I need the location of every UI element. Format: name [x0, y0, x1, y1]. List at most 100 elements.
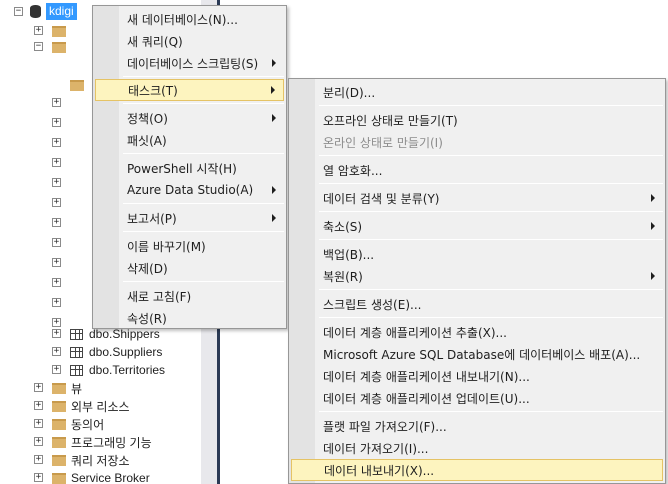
folder-icon — [52, 472, 66, 484]
tree-node-hidden[interactable] — [70, 76, 89, 94]
menu-item-export-data[interactable]: 데이터 내보내기(X)... — [291, 459, 663, 481]
menu-item-extract-dac[interactable]: 데이터 계층 애플리케이션 추출(X)... — [291, 321, 663, 343]
menu-item-label: 스크립트 생성(E)... — [323, 297, 422, 312]
folder-label: 프로그래밍 기능 — [71, 435, 152, 450]
menu-item-import-flat-file[interactable]: 플랫 파일 가져오기(F)... — [291, 415, 663, 437]
submenu-arrow-icon — [651, 272, 655, 280]
submenu-arrow-icon — [272, 59, 276, 67]
menu-item-azure-data-studio[interactable]: Azure Data Studio(A) — [95, 179, 284, 201]
menu-item-label: 데이터 계층 애플리케이션 업데이트(U)... — [323, 391, 530, 406]
expand-icon[interactable]: + — [34, 26, 43, 35]
folder-node[interactable]: Service Broker — [52, 469, 150, 484]
menu-item-label: 데이터 계층 애플리케이션 추출(X)... — [323, 325, 507, 340]
menu-item-label: 데이터베이스 스크립팅(S) — [127, 56, 259, 71]
expand-icon[interactable]: + — [52, 98, 61, 107]
expand-icon[interactable]: + — [52, 278, 61, 287]
expand-icon[interactable]: + — [34, 455, 43, 464]
menu-item-new-database[interactable]: 새 데이터베이스(N)... — [95, 8, 284, 30]
folder-icon — [52, 382, 66, 394]
submenu-arrow-icon — [272, 114, 276, 122]
menu-item-label: 데이터 검색 및 분류(Y) — [323, 191, 440, 206]
menu-item-import-data[interactable]: 데이터 가져오기(I)... — [291, 437, 663, 459]
menu-item-label: PowerShell 시작(H) — [127, 161, 237, 176]
menu-item-label: 데이터 내보내기(X)... — [324, 463, 435, 478]
menu-item-script-database[interactable]: 데이터베이스 스크립팅(S) — [95, 52, 284, 74]
menu-item-tasks[interactable]: 태스크(T) — [95, 79, 284, 101]
menu-item-upgrade-dac[interactable]: 데이터 계층 애플리케이션 업데이트(U)... — [291, 387, 663, 409]
expand-icon[interactable]: + — [52, 298, 61, 307]
table-node[interactable]: dbo.Territories — [70, 361, 165, 379]
expand-icon[interactable]: + — [52, 329, 61, 338]
menu-item-refresh[interactable]: 새로 고침(F) — [95, 285, 284, 307]
menu-item-label: 새로 고침(F) — [127, 289, 192, 304]
menu-item-backup[interactable]: 백업(B)... — [291, 243, 663, 265]
folder-label: 뷰 — [71, 381, 83, 396]
menu-separator — [123, 76, 284, 77]
folder-icon — [52, 25, 66, 37]
database-icon — [30, 4, 41, 18]
expand-icon[interactable]: + — [52, 218, 61, 227]
expand-icon[interactable]: + — [34, 383, 43, 392]
menu-item-label: 삭제(D) — [127, 261, 168, 276]
menu-item-generate-scripts[interactable]: 스크립트 생성(E)... — [291, 293, 663, 315]
expand-icon[interactable]: + — [52, 118, 61, 127]
folder-node[interactable]: 외부 리소스 — [52, 397, 130, 415]
menu-item-deploy-azure-sql[interactable]: Microsoft Azure SQL Database에 데이터베이스 배포(… — [291, 343, 663, 365]
menu-item-facets[interactable]: 패싯(A) — [95, 129, 284, 151]
submenu-arrow-icon — [651, 222, 655, 230]
menu-item-export-dac[interactable]: 데이터 계층 애플리케이션 내보내기(N)... — [291, 365, 663, 387]
menu-separator — [319, 239, 663, 240]
database-label[interactable]: kdigi — [46, 2, 77, 20]
menu-item-take-offline[interactable]: 오프라인 상태로 만들기(T) — [291, 109, 663, 131]
folder-node[interactable]: 뷰 — [52, 379, 82, 397]
menu-item-policies[interactable]: 정책(O) — [95, 107, 284, 129]
menu-item-label: 분리(D)... — [323, 85, 376, 100]
expand-icon[interactable]: + — [34, 401, 43, 410]
tasks-submenu: 분리(D)... 오프라인 상태로 만들기(T) 온라인 상태로 만들기(I) … — [288, 78, 666, 484]
menu-separator — [123, 153, 284, 154]
table-label: dbo.Territories — [89, 363, 166, 377]
menu-item-start-powershell[interactable]: PowerShell 시작(H) — [95, 157, 284, 179]
table-node[interactable]: dbo.Suppliers — [70, 343, 162, 361]
database-node[interactable]: kdigi — [30, 2, 77, 20]
expand-icon[interactable]: + — [52, 258, 61, 267]
menu-item-properties[interactable]: 속성(R) — [95, 307, 284, 329]
menu-item-restore[interactable]: 복원(R) — [291, 265, 663, 287]
menu-item-label: Azure Data Studio(A) — [127, 183, 254, 197]
expand-icon[interactable]: + — [52, 138, 61, 147]
expand-icon[interactable]: + — [52, 347, 61, 356]
expand-icon[interactable]: + — [34, 437, 43, 446]
expand-icon[interactable]: + — [52, 365, 61, 374]
expand-icon[interactable]: + — [52, 158, 61, 167]
collapse-icon[interactable]: − — [14, 7, 23, 16]
folder-icon — [52, 400, 66, 412]
submenu-arrow-icon — [271, 86, 275, 94]
menu-item-new-query[interactable]: 새 쿼리(Q) — [95, 30, 284, 52]
expand-icon[interactable]: + — [52, 178, 61, 187]
folder-label: Service Broker — [71, 471, 150, 484]
menu-item-delete[interactable]: 삭제(D) — [95, 257, 284, 279]
menu-separator — [123, 203, 284, 204]
expand-icon[interactable]: + — [34, 473, 43, 482]
menu-item-reports[interactable]: 보고서(P) — [95, 207, 284, 229]
expand-icon[interactable]: + — [52, 238, 61, 247]
tree-node-hidden[interactable] — [52, 38, 71, 56]
folder-node[interactable]: 프로그래밍 기능 — [52, 433, 152, 451]
expand-icon[interactable]: + — [34, 419, 43, 428]
folder-node[interactable]: 쿼리 저장소 — [52, 451, 130, 469]
menu-item-shrink[interactable]: 축소(S) — [291, 215, 663, 237]
folder-node[interactable]: 동의어 — [52, 415, 104, 433]
collapse-icon[interactable]: − — [34, 42, 43, 51]
menu-item-label: 플랫 파일 가져오기(F)... — [323, 419, 447, 434]
table-label: dbo.Suppliers — [89, 345, 163, 359]
menu-separator — [319, 211, 663, 212]
menu-item-label: 정책(O) — [127, 111, 168, 126]
menu-item-encrypt-columns[interactable]: 열 암호화... — [291, 159, 663, 181]
menu-item-detach[interactable]: 분리(D)... — [291, 81, 663, 103]
menu-item-rename[interactable]: 이름 바꾸기(M) — [95, 235, 284, 257]
expand-icon[interactable]: + — [52, 318, 61, 327]
menu-item-label: 새 쿼리(Q) — [127, 34, 183, 49]
folder-icon — [70, 79, 84, 91]
expand-icon[interactable]: + — [52, 198, 61, 207]
menu-item-data-discovery[interactable]: 데이터 검색 및 분류(Y) — [291, 187, 663, 209]
